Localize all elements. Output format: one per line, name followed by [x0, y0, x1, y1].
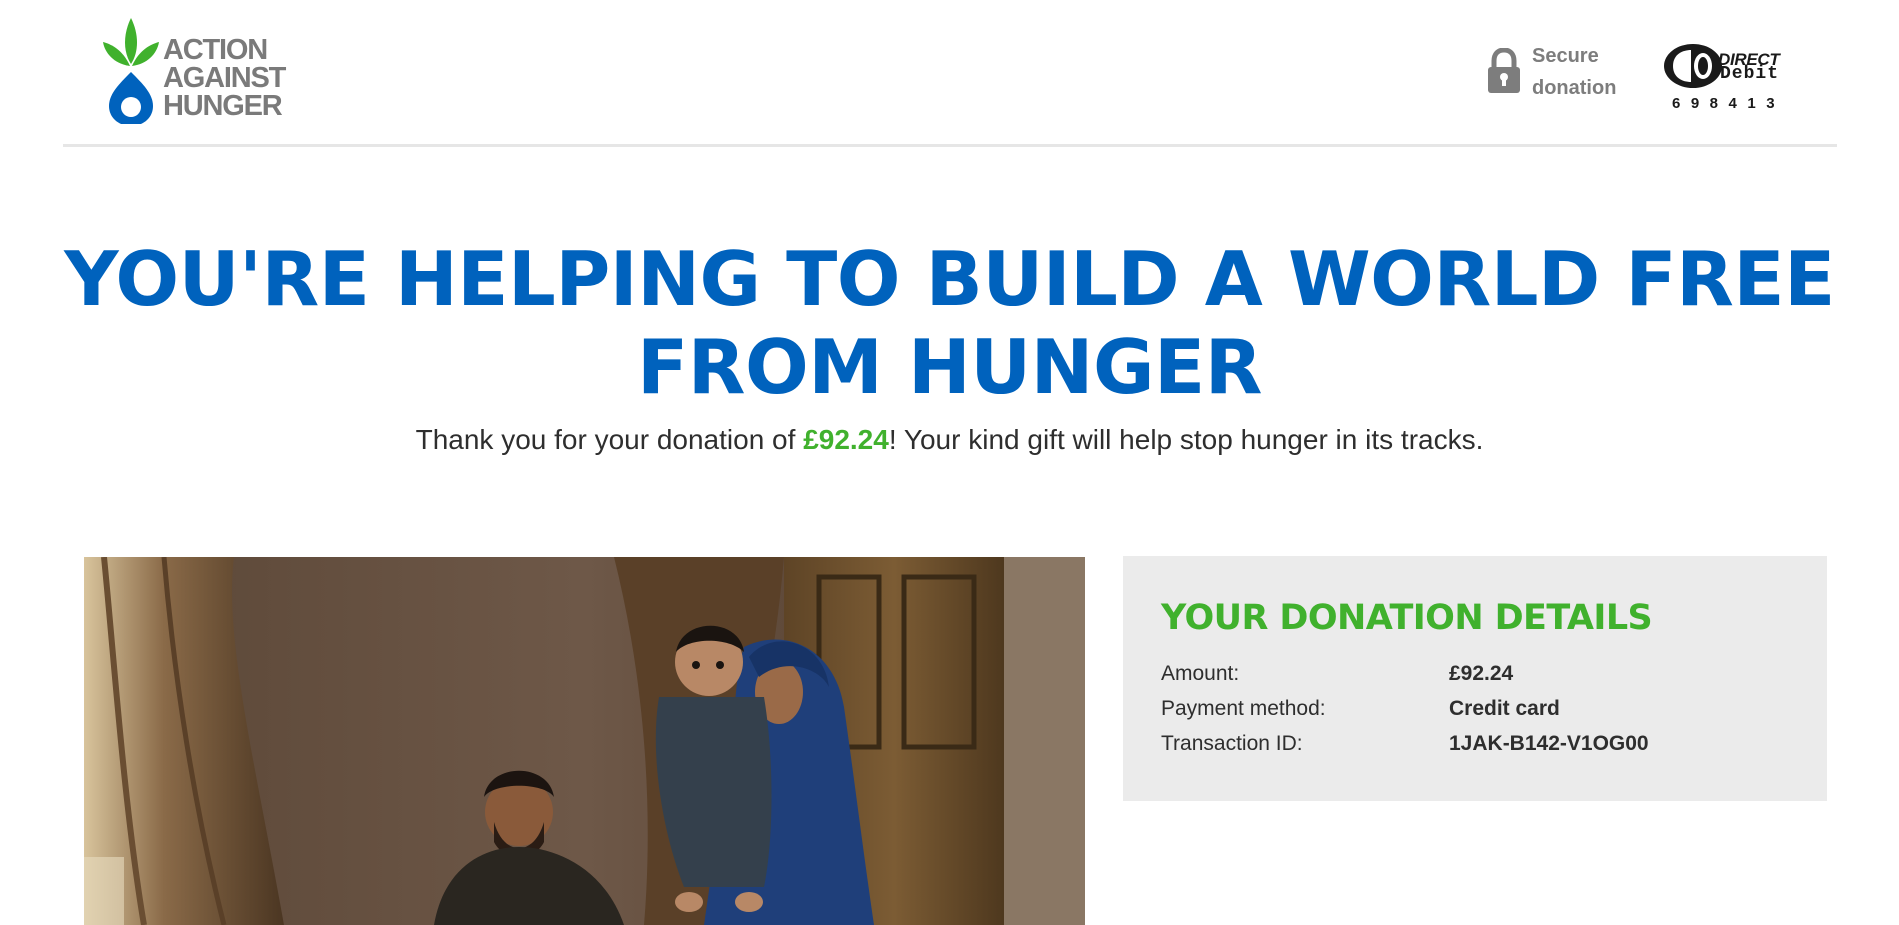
thank-you-message: Thank you for your donation of £92.24! Y… [0, 424, 1899, 456]
detail-value: 1JAK-B142-V1OG00 [1449, 732, 1649, 755]
detail-row-amount: Amount: £92.24 [1161, 657, 1781, 691]
detail-row-transaction-id: Transaction ID: 1JAK-B142-V1OG00 [1161, 727, 1781, 761]
logo-wordmark: ACTION AGAINST HUNGER [163, 34, 286, 122]
site-header: ACTION AGAINST HUNGER Secure donation DI… [63, 0, 1837, 147]
donation-details-panel: YOUR DONATION DETAILS Amount: £92.24 Pay… [1123, 556, 1827, 801]
family-photo-illustration [84, 557, 1085, 925]
page-headline: YOU'RE HELPING TO BUILD A WORLD FREE FRO… [0, 235, 1899, 411]
action-against-hunger-logo[interactable]: ACTION AGAINST HUNGER [101, 14, 301, 124]
donation-details-title: YOUR DONATION DETAILS [1161, 598, 1653, 638]
direct-debit-word-2: Debit [1720, 64, 1780, 84]
headline-line-1: YOU'RE HELPING TO BUILD A WORLD FREE [64, 235, 1835, 323]
thanks-text-before: Thank you for your donation of [415, 424, 804, 455]
detail-label: Transaction ID: [1161, 732, 1303, 755]
logo-line-3: HUNGER [163, 90, 283, 122]
secure-line-1: Secure [1532, 45, 1599, 67]
leaf-and-drop-icon [103, 18, 159, 124]
thank-you-page: ACTION AGAINST HUNGER Secure donation DI… [0, 0, 1899, 925]
detail-value: Credit card [1449, 697, 1560, 720]
secure-donation-badge: Secure donation [1486, 40, 1636, 104]
direct-debit-badge: DIRECT Debit 698413 [1663, 42, 1813, 116]
logo-line-2: AGAINST [163, 62, 286, 94]
logo-line-1: ACTION [163, 34, 268, 66]
direct-debit-icon [1664, 44, 1722, 88]
secure-line-2: donation [1532, 77, 1617, 99]
secure-donation-label: Secure donation [1532, 40, 1616, 104]
thanks-text-after: ! Your kind gift will help stop hunger i… [888, 424, 1484, 455]
direct-debit-service-code: 698413 [1672, 95, 1786, 112]
padlock-icon [1488, 48, 1520, 93]
donation-amount-highlight: £92.24 [803, 424, 889, 455]
detail-label: Amount: [1161, 662, 1240, 685]
detail-label: Payment method: [1161, 697, 1326, 720]
detail-value: £92.24 [1449, 662, 1514, 685]
detail-row-payment-method: Payment method: Credit card [1161, 692, 1781, 726]
headline-line-2: FROM HUNGER [637, 323, 1262, 411]
family-photo [84, 557, 1085, 925]
